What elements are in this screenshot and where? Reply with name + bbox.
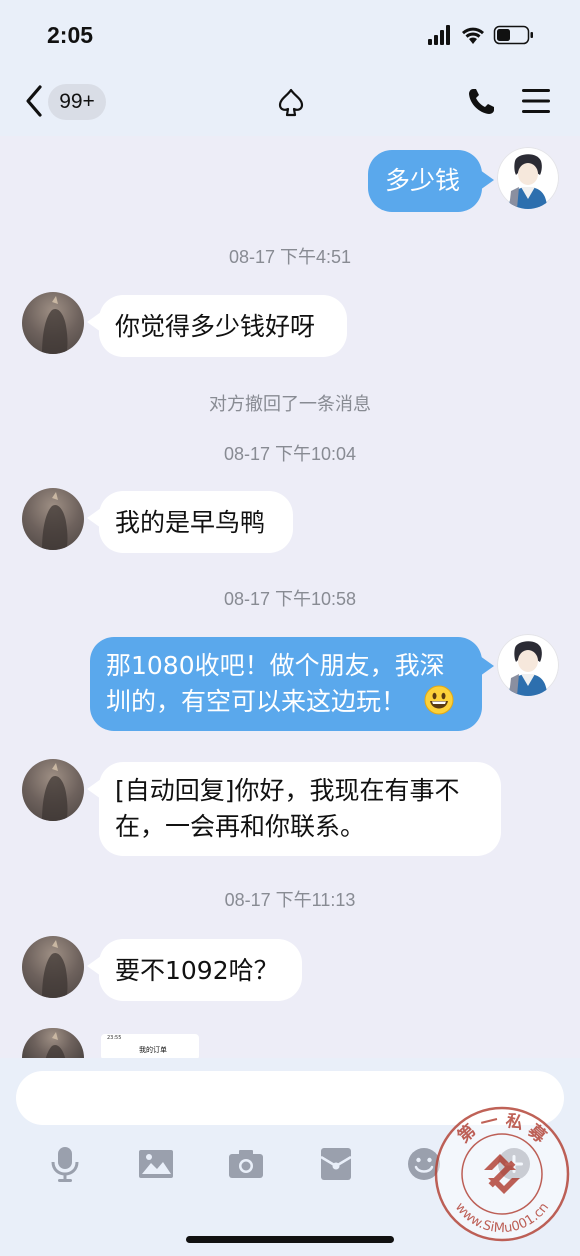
message-text-line-2: 在，一会再和你联系。 bbox=[115, 812, 366, 841]
bubble-tail bbox=[87, 956, 101, 976]
message-bubble-incoming[interactable]: [自动回复]你好，我现在有事不 在，一会再和你联系。 bbox=[99, 762, 501, 856]
message-timestamp: 08-17 下午10:04 bbox=[223, 444, 357, 464]
message-text-line-2: 圳的，有空可以来这边玩！ bbox=[106, 687, 407, 716]
message-text: 多少钱 bbox=[385, 166, 461, 195]
message-timestamp: 08-17 下午11:13 bbox=[224, 890, 356, 910]
contact-avatar[interactable] bbox=[22, 488, 84, 550]
my-avatar[interactable] bbox=[497, 634, 559, 696]
thumbnail-title: 我的订单 bbox=[139, 1046, 167, 1054]
microphone-icon[interactable] bbox=[48, 1146, 84, 1182]
red-packet-icon[interactable] bbox=[318, 1146, 354, 1182]
message-bubble-incoming[interactable]: 要不1092哈？ bbox=[99, 939, 302, 1001]
recall-notice: 对方撤回了一条消息 bbox=[209, 394, 371, 415]
message-bubble-outgoing[interactable]: 多少钱 bbox=[368, 150, 482, 212]
message-text: 你觉得多少钱好呀 bbox=[115, 312, 316, 341]
image-message-thumbnail[interactable]: 23:55 我的订单 bbox=[101, 1034, 199, 1060]
message-text: 我的是早鸟鸭 bbox=[115, 508, 266, 537]
contact-avatar[interactable] bbox=[22, 936, 84, 998]
message-bubble-incoming[interactable]: 我的是早鸟鸭 bbox=[99, 491, 293, 553]
menu-icon[interactable] bbox=[522, 88, 550, 114]
bubble-tail bbox=[480, 656, 494, 676]
phone-call-icon[interactable] bbox=[466, 87, 496, 117]
status-icons bbox=[428, 25, 533, 45]
bubble-tail bbox=[87, 312, 101, 332]
contact-avatar[interactable] bbox=[22, 759, 84, 821]
status-time: 2:05 bbox=[47, 22, 94, 48]
message-text: 要不1092哈？ bbox=[115, 956, 279, 985]
camera-icon[interactable] bbox=[228, 1146, 264, 1182]
thumbnail-time: 23:55 bbox=[107, 1035, 122, 1041]
message-timestamp: 08-17 下午10:58 bbox=[223, 589, 357, 609]
image-icon[interactable] bbox=[138, 1146, 174, 1182]
bubble-tail bbox=[87, 508, 101, 528]
my-avatar[interactable] bbox=[497, 147, 559, 209]
home-indicator[interactable] bbox=[186, 1236, 394, 1243]
bubble-tail bbox=[87, 779, 101, 799]
battery-icon bbox=[493, 25, 533, 45]
message-text-line-1: 那1080收吧！做个朋友，我深 bbox=[106, 651, 445, 680]
message-timestamp: 08-17 下午4:51 bbox=[228, 247, 352, 267]
signal-icon bbox=[428, 25, 450, 45]
bubble-tail bbox=[480, 170, 494, 190]
spade-icon[interactable] bbox=[277, 88, 305, 118]
wifi-icon bbox=[462, 27, 484, 44]
back-chevron-icon[interactable] bbox=[24, 84, 44, 118]
status-bar: 2:05 bbox=[0, 0, 580, 70]
contact-avatar[interactable] bbox=[22, 1028, 84, 1058]
contact-avatar[interactable] bbox=[22, 292, 84, 354]
message-text-line-1: [自动回复]你好，我现在有事不 bbox=[115, 776, 460, 805]
unread-badge[interactable]: 99+ bbox=[48, 84, 106, 120]
message-bubble-incoming[interactable]: 你觉得多少钱好呀 bbox=[99, 295, 347, 357]
chat-header: 99+ bbox=[0, 70, 580, 136]
message-bubble-outgoing[interactable]: 那1080收吧！做个朋友，我深 圳的，有空可以来这边玩！ bbox=[90, 637, 482, 731]
grinning-face-emoji bbox=[424, 685, 454, 715]
watermark-seal: 第 一 私 募 www.SiMu001.cn bbox=[434, 1106, 570, 1242]
